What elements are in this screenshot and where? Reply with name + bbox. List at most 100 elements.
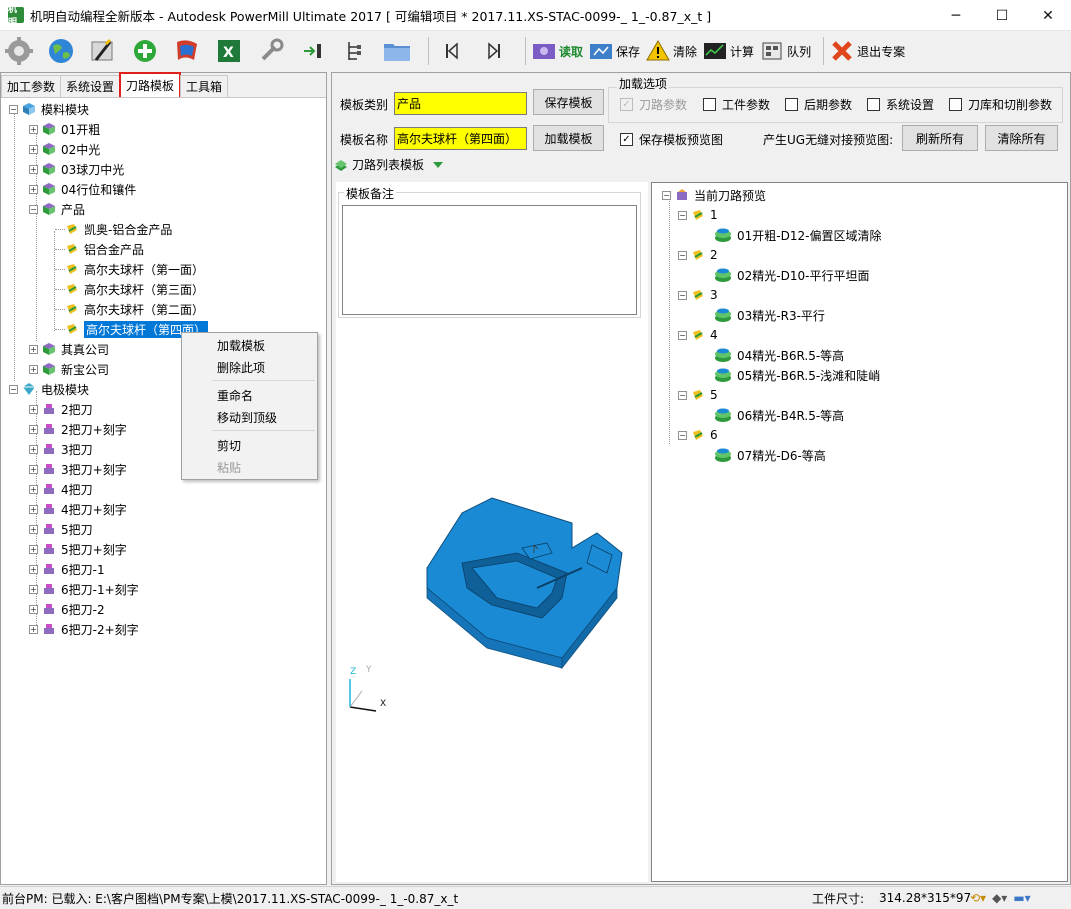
minimize-button[interactable]: ─ xyxy=(933,0,979,31)
category-input[interactable]: 产品 xyxy=(394,92,527,115)
tab-toolpath-templates[interactable]: 刀路模板 xyxy=(119,72,182,97)
calc-button[interactable]: 计算 xyxy=(703,36,754,66)
collapse-icon[interactable]: − xyxy=(678,210,687,220)
tree-node[interactable]: +4把刀 xyxy=(29,479,93,499)
tree-node[interactable]: +5把刀 xyxy=(29,519,93,539)
excel-icon[interactable]: X xyxy=(212,34,246,68)
tree-node-product[interactable]: − 产品 xyxy=(29,199,85,219)
queue-button[interactable]: 队列 xyxy=(760,36,811,66)
menu-rename[interactable]: 重命名 xyxy=(217,386,253,404)
collapse-icon[interactable]: − xyxy=(678,390,687,400)
preview-toolpath[interactable]: 02精光-D10-平行平坦面 xyxy=(714,265,869,285)
preview-group[interactable]: −3 xyxy=(678,285,718,305)
menu-cut[interactable]: 剪切 xyxy=(217,436,241,454)
expand-icon[interactable]: + xyxy=(29,164,38,174)
option-post-params[interactable]: 后期参数 xyxy=(785,96,852,113)
save-button[interactable]: 保存 xyxy=(589,36,640,66)
expand-icon[interactable]: + xyxy=(29,184,38,194)
close-button[interactable]: ✕ xyxy=(1025,0,1071,31)
clear-all-button[interactable]: 清除所有 xyxy=(985,125,1058,151)
tree-node[interactable]: +3把刀 xyxy=(29,439,93,459)
tree-node-electrode-module[interactable]: − 电极模块 xyxy=(9,379,89,399)
read-button[interactable]: 读取 xyxy=(532,36,583,66)
tree-node[interactable]: +5把刀+刻字 xyxy=(29,539,127,559)
tree-node[interactable]: +2把刀+刻字 xyxy=(29,419,127,439)
collapse-icon[interactable]: − xyxy=(678,430,687,440)
menu-load-template[interactable]: 加载模板 xyxy=(217,336,265,354)
first-icon[interactable] xyxy=(435,34,469,68)
globe-icon[interactable] xyxy=(44,34,78,68)
tree-node[interactable]: + 其真公司 xyxy=(29,339,109,359)
tree-node[interactable]: +3把刀+刻字 xyxy=(29,459,127,479)
collapse-icon[interactable]: − xyxy=(662,190,671,200)
expand-icon[interactable]: + xyxy=(29,144,38,154)
toolpath-list-template-header[interactable]: 刀路列表模板 xyxy=(334,156,444,173)
flag-icon[interactable] xyxy=(170,34,204,68)
refresh-all-button[interactable]: 刷新所有 xyxy=(902,125,978,151)
tree-node[interactable]: +6把刀-2 xyxy=(29,599,105,619)
tree-node[interactable]: + 03球刀中光 xyxy=(29,159,124,179)
folder-icon[interactable]: ▬▾ xyxy=(1013,891,1030,905)
checkbox[interactable] xyxy=(949,98,962,111)
tree-node-material-module[interactable]: − 模料模块 xyxy=(9,99,89,119)
tree-node[interactable]: + 02中光 xyxy=(29,139,100,159)
tree-leaf[interactable]: 凯奥-铝合金产品 xyxy=(65,219,172,239)
undo-icon[interactable]: ⟲▾ xyxy=(970,891,986,905)
expand-icon[interactable]: + xyxy=(29,404,38,414)
preview-toolpath[interactable]: 03精光-R3-平行 xyxy=(714,305,825,325)
tree-leaf[interactable]: 铝合金产品 xyxy=(65,239,144,259)
last-icon[interactable] xyxy=(477,34,511,68)
collapse-icon[interactable]: − xyxy=(9,104,18,114)
tab-toolbox[interactable]: 工具箱 xyxy=(180,75,229,97)
tree-node[interactable]: +6把刀-1+刻字 xyxy=(29,579,139,599)
preview-group[interactable]: −1 xyxy=(678,205,718,225)
part-3d-model[interactable] xyxy=(422,493,637,673)
wand-icon[interactable] xyxy=(86,34,120,68)
wrench-icon[interactable] xyxy=(254,34,288,68)
tree-node[interactable]: +6把刀-2+刻字 xyxy=(29,619,139,639)
expand-icon[interactable]: + xyxy=(29,504,38,514)
preview-toolpath[interactable]: 07精光-D6-等高 xyxy=(714,445,826,465)
save-preview-checkbox[interactable]: ✓ 保存模板预览图 xyxy=(620,131,723,148)
preview-toolpath[interactable]: 05精光-B6R.5-浅滩和陡峭 xyxy=(714,365,880,385)
checkbox[interactable] xyxy=(785,98,798,111)
tab-system-settings[interactable]: 系统设置 xyxy=(60,75,121,97)
expand-icon[interactable]: + xyxy=(29,564,38,574)
expand-icon[interactable]: + xyxy=(29,604,38,614)
menu-move-to-top[interactable]: 移动到顶级 xyxy=(217,408,277,426)
notes-textarea[interactable] xyxy=(342,205,637,315)
tree-node[interactable]: + 04行位和镶件 xyxy=(29,179,136,199)
tree-leaf[interactable]: 高尔夫球杆（第一面） xyxy=(65,259,204,279)
checkbox[interactable]: ✓ xyxy=(620,133,633,146)
expand-icon[interactable]: + xyxy=(29,424,38,434)
preview-toolpath[interactable]: 01开粗-D12-偏置区域清除 xyxy=(714,225,881,245)
maximize-button[interactable]: ☐ xyxy=(979,0,1025,31)
preview-root[interactable]: − 当前刀路预览 xyxy=(662,185,766,205)
import-icon[interactable] xyxy=(296,34,330,68)
option-system-settings[interactable]: 系统设置 xyxy=(867,96,934,113)
expand-icon[interactable]: + xyxy=(29,464,38,474)
menu-delete-item[interactable]: 删除此项 xyxy=(217,358,265,376)
tab-machining-params[interactable]: 加工参数 xyxy=(1,75,62,97)
tree-icon[interactable] xyxy=(338,34,372,68)
expand-icon[interactable]: + xyxy=(29,444,38,454)
clear-button[interactable]: 清除 xyxy=(646,36,697,66)
preview-toolpath[interactable]: 06精光-B4R.5-等高 xyxy=(714,405,844,425)
expand-icon[interactable]: + xyxy=(29,364,38,374)
tree-node[interactable]: + 新宝公司 xyxy=(29,359,109,379)
preview-group[interactable]: −5 xyxy=(678,385,718,405)
option-tool-library[interactable]: 刀库和切削参数 xyxy=(949,96,1052,113)
expand-icon[interactable]: + xyxy=(29,584,38,594)
checkbox[interactable] xyxy=(867,98,880,111)
preview-group[interactable]: −2 xyxy=(678,245,718,265)
tree-node[interactable]: +4把刀+刻字 xyxy=(29,499,127,519)
expand-icon[interactable]: + xyxy=(29,124,38,134)
checkbox[interactable] xyxy=(703,98,716,111)
tree-leaf[interactable]: 高尔夫球杆（第二面） xyxy=(65,299,204,319)
save-template-button[interactable]: 保存模板 xyxy=(533,89,604,115)
tree-leaf[interactable]: 高尔夫球杆（第三面） xyxy=(65,279,204,299)
collapse-icon[interactable]: − xyxy=(678,250,687,260)
option-workpiece-params[interactable]: 工件参数 xyxy=(703,96,770,113)
gear-icon[interactable] xyxy=(2,34,36,68)
folder-icon[interactable] xyxy=(380,34,414,68)
